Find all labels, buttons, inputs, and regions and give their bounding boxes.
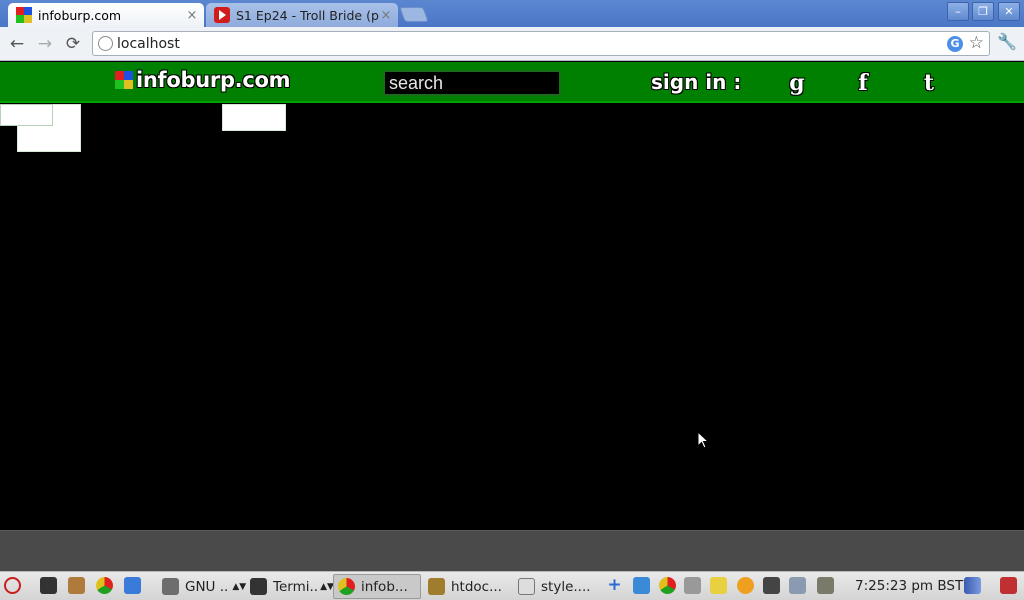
chrome-tray-icon[interactable]	[659, 577, 676, 594]
taskbar: GNU .. ▲▼ Termi.. ▲▼ infob... htdoc... s…	[0, 571, 1024, 600]
page-footer-strip	[0, 530, 1024, 571]
wifi-signal-icon[interactable]	[964, 577, 981, 594]
terminal-icon	[250, 578, 267, 595]
address-bar[interactable]: localhost G ☆	[92, 31, 990, 56]
sign-in-label: sign in :	[651, 70, 742, 94]
sync-launcher-icon[interactable]	[124, 577, 141, 594]
site-header: infoburp.com sign in : g f t	[0, 62, 1024, 103]
paint-launcher-icon[interactable]	[68, 577, 85, 594]
youtube-favicon-icon	[214, 7, 230, 23]
facebook-signin-icon[interactable]: f	[851, 70, 875, 96]
brightness-icon[interactable]	[737, 577, 754, 594]
close-window-button[interactable]: ✕	[998, 2, 1020, 21]
content-tile[interactable]	[0, 104, 53, 126]
devices-icon[interactable]	[789, 577, 806, 594]
reload-icon[interactable]: ⟳	[62, 33, 84, 55]
page-canvas[interactable]	[0, 104, 1024, 530]
infoburp-favicon-icon	[16, 7, 32, 23]
gimp-icon	[162, 578, 179, 595]
site-logo[interactable]: infoburp.com	[115, 68, 291, 92]
minimize-button[interactable]: –	[947, 2, 969, 21]
network-tool-icon[interactable]	[684, 577, 701, 594]
logout-icon[interactable]	[1000, 577, 1017, 594]
tab-title: S1 Ep24 - Troll Bride (pa	[236, 7, 379, 23]
wrench-menu-icon[interactable]: 🔧	[996, 32, 1018, 54]
taskbar-item-label: htdoc...	[451, 578, 502, 595]
taskbar-item-label: Termi..	[273, 578, 319, 595]
chrome-launcher-icon[interactable]	[96, 577, 113, 594]
updown-arrow-icon: ▲▼	[320, 581, 334, 592]
tab-infoburp[interactable]: infoburp.com ×	[8, 3, 204, 27]
taskbar-item-gimp[interactable]: GNU .. ▲▼	[162, 574, 246, 599]
tab-close-icon[interactable]: ×	[185, 8, 199, 23]
folder-icon	[428, 578, 445, 595]
google-search-icon[interactable]: G	[947, 36, 963, 52]
tab-youtube[interactable]: S1 Ep24 - Troll Bride (pa ×	[206, 3, 398, 27]
google-signin-icon[interactable]: g	[785, 70, 809, 96]
forward-arrow-icon[interactable]: →	[34, 33, 56, 55]
taskbar-item-htdocs[interactable]: htdoc...	[428, 574, 502, 599]
logo-squares-icon	[115, 71, 133, 89]
logo-text: infoburp.com	[136, 68, 291, 92]
bookmark-star-icon[interactable]: ☆	[969, 33, 984, 53]
terminal-launcher-icon[interactable]	[40, 577, 57, 594]
new-tab-button[interactable]	[399, 7, 429, 22]
mouse-cursor-icon	[697, 431, 710, 449]
screen-icon[interactable]	[817, 577, 834, 594]
notes-icon[interactable]	[710, 577, 727, 594]
globe-icon	[98, 36, 113, 51]
browser-tab-strip: infoburp.com × S1 Ep24 - Troll Bride (pa…	[0, 0, 1024, 27]
taskbar-item-label: infob...	[361, 578, 408, 595]
back-arrow-icon[interactable]: ←	[6, 33, 28, 55]
add-icon[interactable]: +	[606, 577, 623, 594]
text-editor-icon	[518, 578, 535, 595]
display-icon[interactable]	[763, 577, 780, 594]
tumblr-signin-icon[interactable]: t	[917, 70, 941, 96]
chrome-icon	[338, 578, 355, 595]
taskbar-item-style[interactable]: style....	[518, 574, 591, 599]
taskbar-item-terminal[interactable]: Termi.. ▲▼	[250, 574, 334, 599]
dropbox-icon[interactable]	[633, 577, 650, 594]
search-input[interactable]	[383, 70, 561, 96]
restore-button[interactable]: ❐	[972, 2, 994, 21]
taskbar-item-chrome[interactable]: infob...	[333, 574, 421, 599]
debian-menu-icon[interactable]	[4, 577, 21, 594]
tab-close-icon[interactable]: ×	[379, 8, 393, 23]
browser-toolbar: ← → ⟳ localhost G ☆	[0, 27, 1024, 61]
taskbar-item-label: GNU ..	[185, 578, 229, 595]
tab-title: infoburp.com	[38, 7, 122, 23]
address-text: localhost	[117, 36, 180, 52]
clock: 7:25:23 pm BST	[855, 578, 964, 594]
updown-arrow-icon: ▲▼	[232, 581, 247, 592]
taskbar-item-label: style....	[541, 578, 591, 595]
content-tile[interactable]	[222, 104, 286, 131]
